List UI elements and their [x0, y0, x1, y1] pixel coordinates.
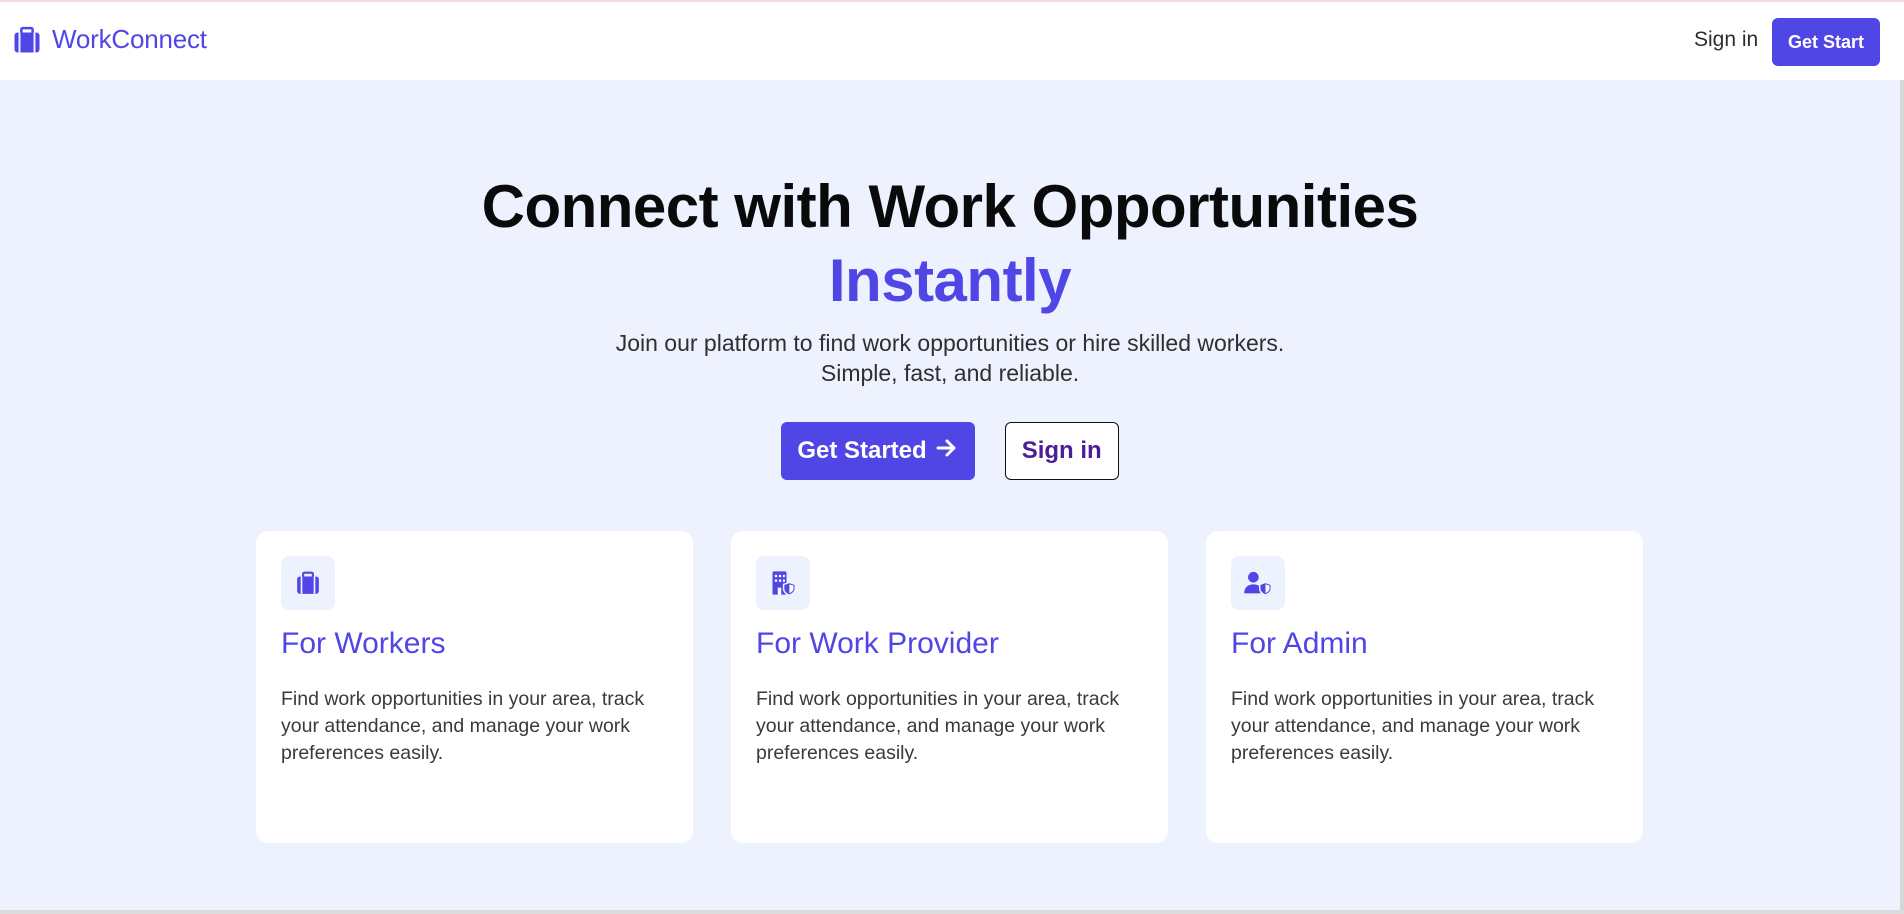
brand-name: WorkConnect	[52, 24, 207, 54]
card-workers: For Workers Find work opportunities in y…	[256, 531, 693, 843]
page-scrollbar[interactable]	[1900, 80, 1904, 914]
hero-title: Connect with Work Opportunities Instantl…	[0, 170, 1900, 318]
briefcase-icon	[12, 25, 42, 55]
hero-subtitle: Join our platform to find work opportuni…	[570, 328, 1330, 388]
arrow-right-icon	[935, 436, 959, 467]
bottom-border	[0, 910, 1904, 914]
card-description: Find work opportunities in your area, tr…	[281, 688, 645, 764]
hero-title-line1: Connect with Work Opportunities	[481, 173, 1419, 240]
briefcase-icon	[281, 556, 335, 610]
hero-subtitle-line2: Simple, fast, and reliable.	[820, 360, 1080, 386]
hero-signin-button[interactable]: Sign in	[1004, 422, 1119, 480]
hero-section: Connect with Work Opportunities Instantl…	[0, 170, 1900, 388]
nav-get-start-button[interactable]: Get Start	[1772, 18, 1880, 66]
get-started-button[interactable]: Get Started	[781, 422, 975, 480]
card-description: Find work opportunities in your area, tr…	[756, 688, 1120, 764]
card-title: For Workers	[281, 627, 446, 660]
user-shield-icon	[1231, 556, 1285, 610]
hero-title-accent: Instantly	[828, 247, 1072, 314]
building-shield-icon	[756, 556, 810, 610]
hero-subtitle-line1: Join our platform to find work opportuni…	[615, 330, 1285, 356]
card-work-provider: For Work Provider Find work opportunitie…	[731, 531, 1168, 843]
nav-signin-link[interactable]: Sign in	[1694, 28, 1758, 52]
card-title: For Work Provider	[756, 627, 999, 660]
card-title: For Admin	[1231, 627, 1368, 660]
hero-actions: Get Started Sign in	[0, 422, 1900, 480]
feature-cards: For Workers Find work opportunities in y…	[256, 531, 1643, 843]
card-description: Find work opportunities in your area, tr…	[1231, 688, 1595, 764]
get-started-label: Get Started	[797, 437, 927, 464]
brand-logo-link[interactable]: WorkConnect	[12, 24, 207, 55]
card-admin: For Admin Find work opportunities in you…	[1206, 531, 1643, 843]
navbar: WorkConnect Sign in Get Start	[0, 2, 1904, 80]
